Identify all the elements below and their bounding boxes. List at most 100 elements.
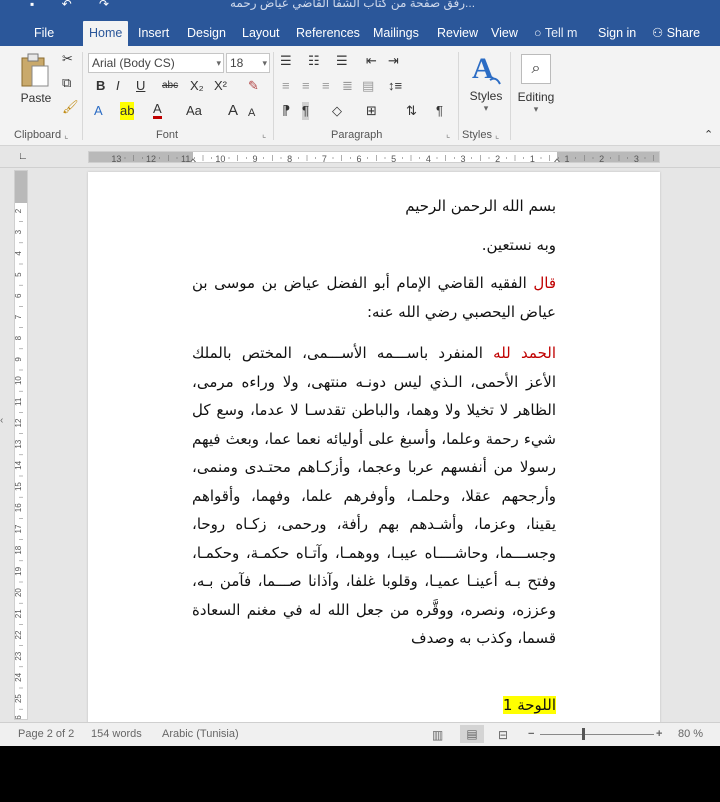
red-phrase: الحمد لله — [493, 344, 556, 362]
tab-home[interactable]: Home — [83, 21, 129, 46]
tab-review[interactable]: Review — [431, 21, 484, 46]
font-color-button[interactable]: A — [153, 102, 162, 119]
decrease-indent-icon[interactable]: ⇤ — [366, 52, 377, 70]
tab-design[interactable]: Design — [181, 21, 232, 46]
collapse-ribbon-icon[interactable]: ⌃ — [704, 126, 713, 144]
tab-insert[interactable]: Insert — [132, 21, 175, 46]
ruler-number: 11 — [181, 154, 190, 163]
vruler-number: 15 — [15, 482, 23, 491]
format-painter-icon[interactable]: 🖌 — [62, 98, 79, 116]
tab-selector-icon[interactable]: ∟ — [18, 148, 28, 166]
subscript-button[interactable]: X₂ — [190, 77, 204, 95]
ruler-number: 2 — [599, 154, 604, 163]
vertical-ruler-scale: 2345678910111213141516171819202122232425… — [15, 208, 23, 719]
ruler-number: 3 — [460, 154, 465, 163]
zoom-out-icon[interactable]: − — [528, 728, 534, 740]
align-left-icon[interactable]: ≡ — [282, 77, 290, 95]
cut-icon[interactable]: ✂ — [62, 50, 73, 68]
horizontal-ruler[interactable]: 13 12 11 10 9 8 7 6 5 4 3 2 1 1 2 3 — [88, 151, 660, 163]
tab-file[interactable]: File — [28, 21, 60, 46]
justify-icon[interactable]: ≣ — [342, 77, 353, 95]
language-indicator[interactable]: Arabic (Tunisia) — [162, 728, 239, 740]
window-title: رفق صفحة من كتاب الشفا القاضي عياض رحمه.… — [230, 0, 476, 10]
paste-button[interactable]: Paste — [18, 52, 54, 105]
change-case-button[interactable]: Aa — [186, 102, 202, 120]
doc-line-wabihi[interactable]: وبه نستعين. — [192, 231, 556, 260]
font-launcher-icon[interactable]: ⌞ — [262, 129, 266, 140]
clear-formatting-icon[interactable]: ✎ — [248, 77, 259, 95]
superscript-button[interactable]: X² — [214, 77, 227, 95]
zoom-slider-thumb[interactable] — [582, 728, 585, 740]
font-name-combo[interactable]: Arial (Body CS) ▾ — [88, 53, 224, 73]
tell-me-search[interactable]: ○ Tell m — [534, 21, 577, 46]
doc-paragraph-1[interactable]: قال الفقيه القاضي الإمام أبو الفضل عياض … — [192, 269, 556, 326]
read-mode-icon[interactable]: ▥ — [432, 728, 443, 742]
highlight-icon[interactable]: ab — [120, 102, 135, 120]
borders-icon[interactable]: ⊞ — [366, 102, 377, 120]
increase-indent-icon[interactable]: ⇥ — [388, 52, 399, 70]
document-canvas[interactable]: 2345678910111213141516171819202122232425… — [0, 168, 720, 722]
underline-button[interactable]: U — [136, 77, 145, 95]
zoom-slider-track[interactable] — [540, 734, 654, 735]
sign-in-link[interactable]: Sign in — [598, 21, 636, 46]
align-center-icon[interactable]: ≡ — [302, 77, 310, 95]
ruler-number: 13 — [111, 154, 121, 163]
clipboard-launcher-icon[interactable]: ⌞ — [64, 130, 68, 140]
shrink-font-button[interactable]: A — [248, 104, 255, 122]
separator — [510, 52, 511, 140]
quick-access-toolbar[interactable]: ▪ ↶ ↷ — [30, 0, 121, 11]
doc-heading[interactable]: اللوحة 1 — [192, 691, 556, 720]
vruler-number: 6 — [15, 293, 23, 298]
highlighted-heading: اللوحة 1 — [502, 696, 556, 714]
indent-marker[interactable] — [553, 158, 561, 163]
copy-icon[interactable]: ⧉ — [62, 74, 71, 92]
ltr-direction-icon[interactable]: ⁋ — [282, 102, 290, 120]
bold-button[interactable]: B — [96, 77, 105, 95]
sort-icon[interactable]: ⇅ — [406, 102, 417, 120]
bullets-icon[interactable]: ☰ — [280, 52, 292, 70]
tab-view[interactable]: View — [485, 21, 524, 46]
share-button[interactable]: ⚇ Share — [652, 21, 700, 46]
rtl-direction-icon[interactable]: ¶ — [302, 102, 309, 120]
ribbon-home: Paste ✂ ⧉ 🖌 Clipboard ⌞ Arial (Body CS) … — [0, 46, 720, 146]
vruler-number: 22 — [15, 630, 23, 639]
line-spacing-icon[interactable]: ↕≡ — [388, 77, 402, 95]
doc-line-basmala[interactable]: بسم الله الرحمن الرحيم — [192, 192, 556, 221]
document-page[interactable]: بسم الله الرحمن الرحيم وبه نستعين. قال ا… — [88, 172, 660, 722]
distributed-icon[interactable]: ▤ — [362, 77, 374, 95]
paragraph-text: المنفرد باســـمه الأســـمى، المختص بالمل… — [192, 344, 556, 647]
separator — [273, 52, 274, 140]
page-count[interactable]: Page 2 of 2 — [18, 728, 74, 740]
web-layout-icon[interactable]: ⊟ — [498, 728, 508, 742]
vertical-ruler[interactable]: 2345678910111213141516171819202122232425… — [14, 170, 28, 720]
strikethrough-button[interactable]: abc — [162, 77, 178, 95]
vruler-number: 12 — [15, 418, 23, 427]
italic-button[interactable]: I — [116, 77, 120, 95]
ruler-number: 3 — [634, 154, 639, 163]
editing-button[interactable]: ⌕ Editing ▾ — [514, 54, 558, 115]
separator — [458, 52, 459, 140]
paragraph-launcher-icon[interactable]: ⌞ — [446, 129, 450, 140]
zoom-level[interactable]: 80 % — [678, 728, 703, 740]
tab-layout[interactable]: Layout — [236, 21, 286, 46]
doc-paragraph-2[interactable]: الحمد لله المنفرد باســـمه الأســـمى، ال… — [192, 339, 556, 653]
text-effects-icon[interactable]: A — [94, 102, 103, 120]
tab-references[interactable]: References — [290, 21, 366, 46]
show-marks-icon[interactable]: ¶ — [436, 102, 443, 120]
zoom-in-icon[interactable]: + — [656, 728, 662, 740]
shading-icon[interactable]: ◇ — [332, 102, 342, 120]
styles-launcher-icon[interactable]: ⌞ — [495, 130, 499, 140]
ruler-number: 4 — [426, 154, 431, 163]
font-size-combo[interactable]: 18 ▾ — [226, 53, 270, 73]
grow-font-button[interactable]: A — [228, 102, 238, 120]
ribbon-tabs: File Home Insert Design Layout Reference… — [0, 16, 720, 46]
word-count[interactable]: 154 words — [91, 728, 142, 740]
styles-button[interactable]: A Styles ▾ — [464, 50, 508, 114]
print-layout-icon[interactable]: ▤ — [460, 725, 484, 743]
multilevel-list-icon[interactable]: ☰ — [336, 52, 348, 70]
scroll-left-icon[interactable]: ‹ — [0, 412, 3, 430]
numbering-icon[interactable]: ☷ — [308, 52, 320, 70]
align-right-icon[interactable]: ≡ — [322, 77, 330, 95]
title-bar: ▪ ↶ ↷ رفق صفحة من كتاب الشفا القاضي عياض… — [0, 0, 720, 16]
tab-mailings[interactable]: Mailings — [367, 21, 425, 46]
